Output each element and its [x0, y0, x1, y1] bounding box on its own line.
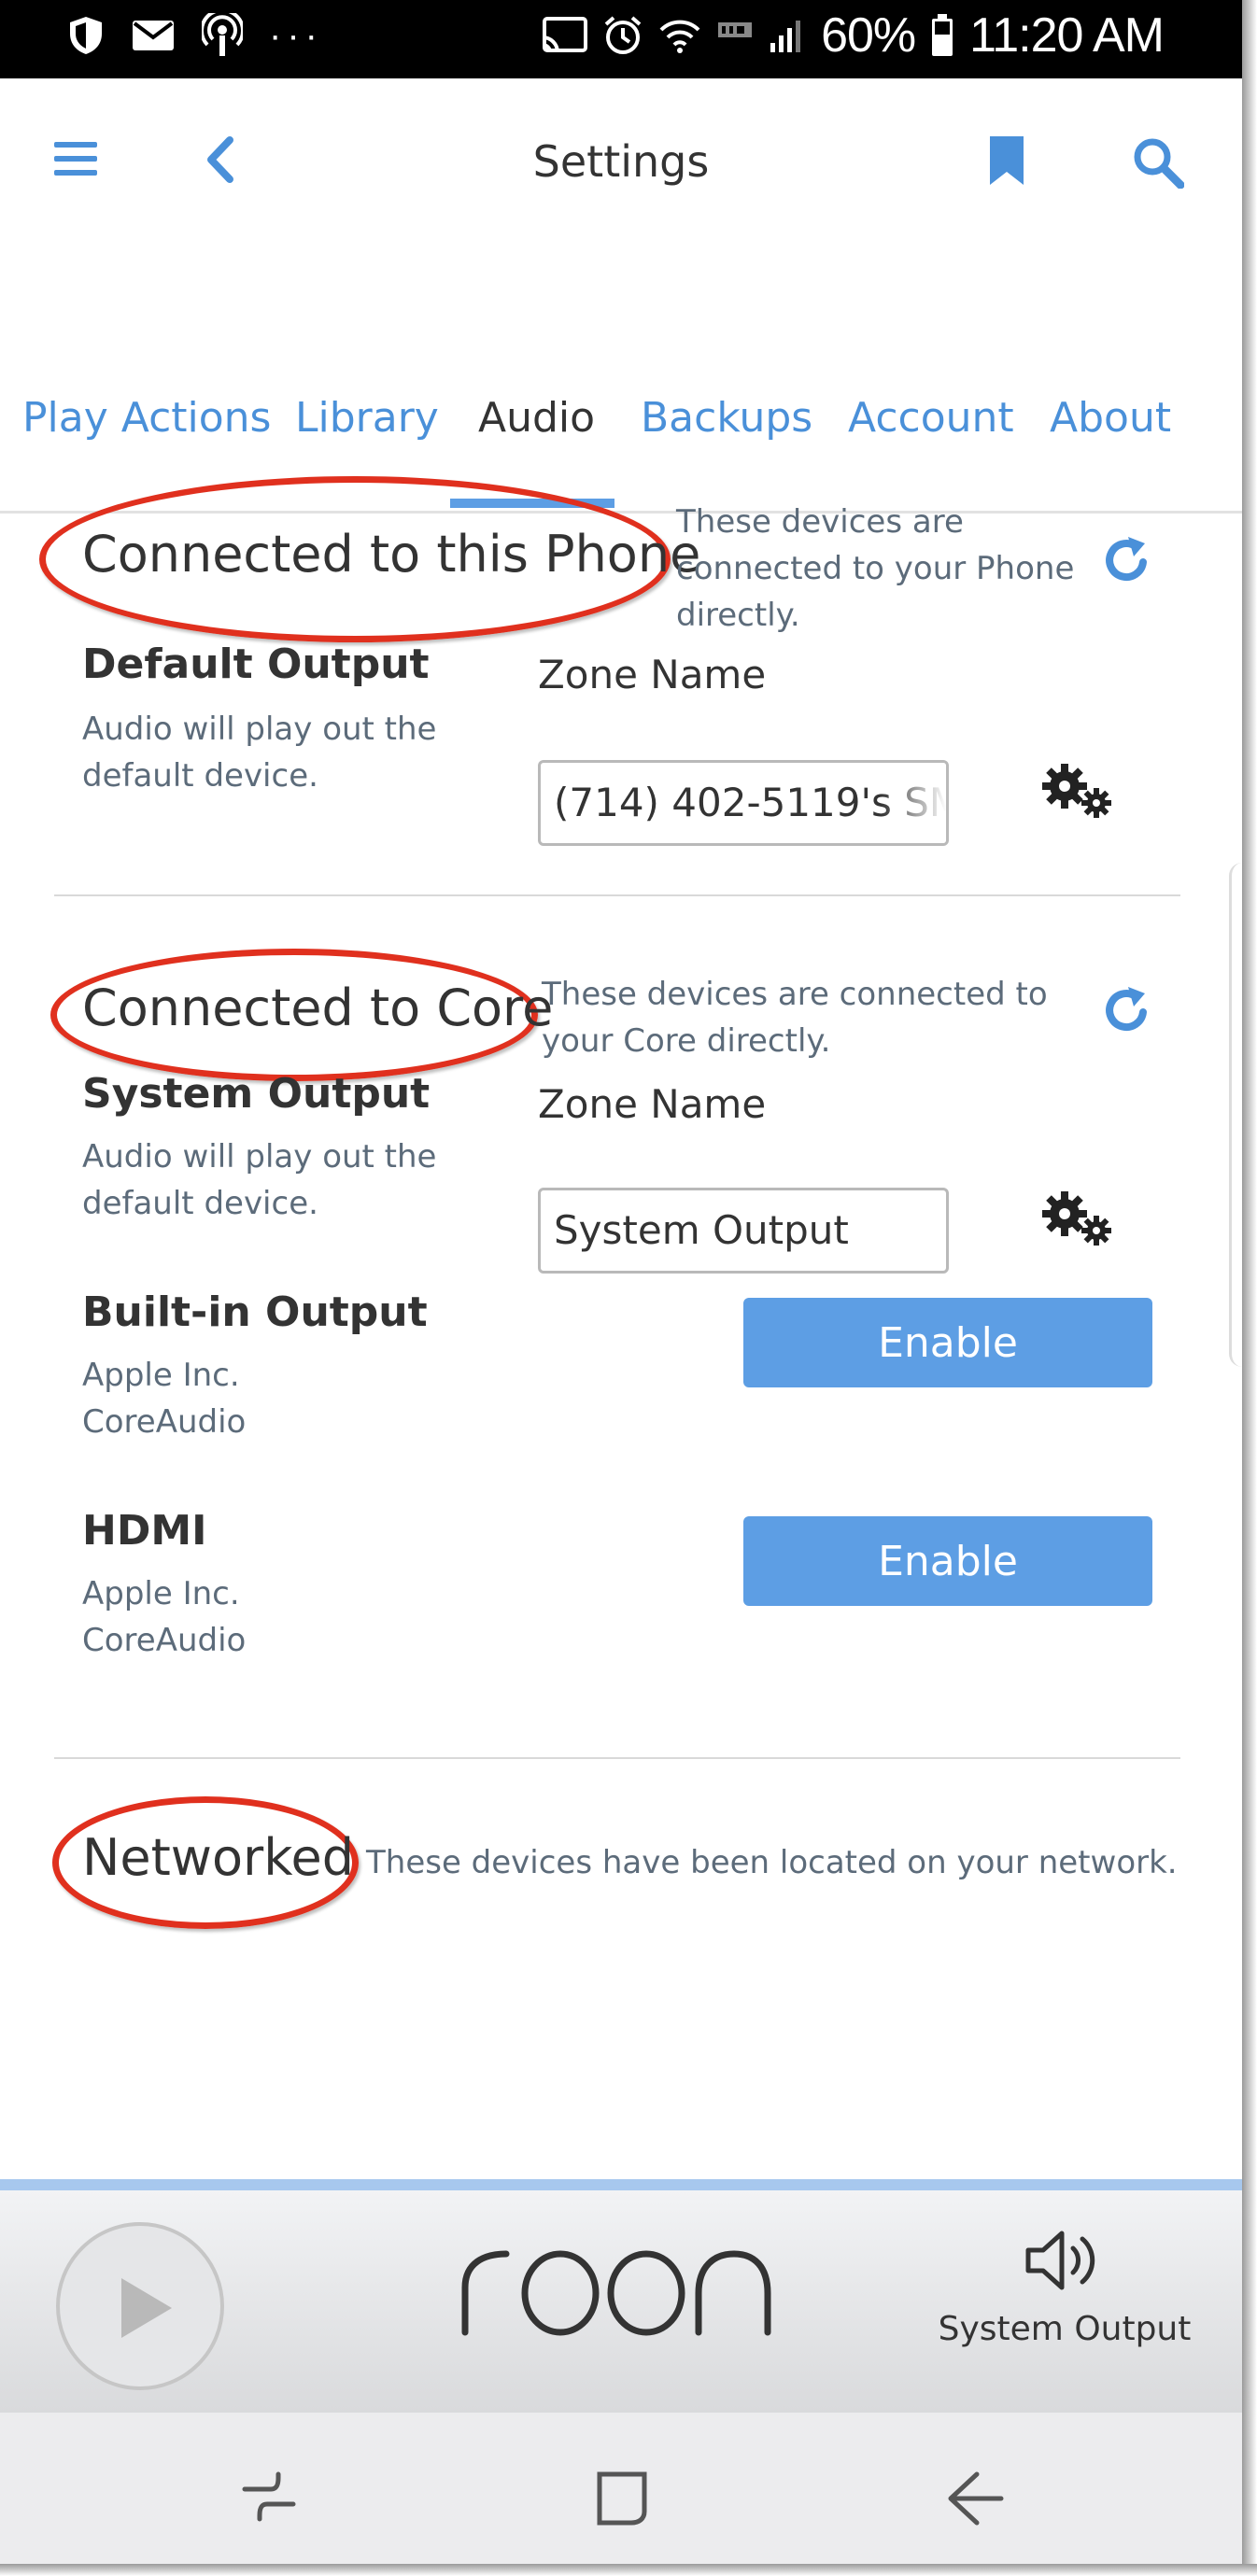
- signal-icon: [769, 11, 806, 60]
- search-icon[interactable]: [1132, 136, 1185, 192]
- zone-selector-button[interactable]: System Output: [934, 2228, 1195, 2348]
- top-bar: Settings: [0, 78, 1242, 246]
- battery-percent: 60%: [821, 8, 916, 63]
- scrollbar[interactable]: [1229, 863, 1242, 1367]
- device-desc: Audio will play out the default device.: [82, 706, 436, 799]
- enable-button[interactable]: Enable: [743, 1516, 1152, 1606]
- podcast-icon: [202, 11, 243, 60]
- desc-line: Audio will play out the: [82, 1138, 437, 1175]
- back-icon[interactable]: [945, 2469, 1005, 2532]
- section-title-networked: Networked: [82, 1828, 355, 1887]
- device-name: System Output: [82, 1070, 431, 1118]
- desc-line: default device.: [82, 1185, 318, 1222]
- desc-line: directly.: [676, 597, 800, 634]
- frame-shadow: [1242, 0, 1257, 2576]
- cast-icon: [541, 11, 588, 60]
- tab-account[interactable]: Account: [848, 394, 1014, 442]
- desc-line: CoreAudio: [82, 1403, 247, 1441]
- mail-icon: [131, 11, 176, 60]
- settings-tabs: Play Actions Library Audio Backups Accou…: [0, 303, 1242, 514]
- player-bar: roon System Output: [0, 2179, 1242, 2413]
- play-icon: [121, 2278, 172, 2338]
- zone-name-label: Zone Name: [538, 652, 767, 697]
- device-desc: Audio will play out the default device.: [82, 1133, 436, 1227]
- lte-icon: [716, 11, 754, 60]
- clock: 11:20 AM: [969, 8, 1165, 63]
- section-title-phone: Connected to this Phone: [82, 525, 701, 584]
- desc-line: These devices are connected to: [542, 976, 1048, 1013]
- home-icon[interactable]: [594, 2469, 650, 2532]
- active-tab-indicator: [450, 499, 614, 508]
- wifi-icon: [658, 11, 701, 60]
- section-divider: [54, 894, 1180, 896]
- zone-name-value: System Output: [554, 1207, 849, 1253]
- play-button[interactable]: [56, 2222, 224, 2390]
- alarm-icon: [602, 11, 643, 60]
- device-name: Built-in Output: [82, 1288, 428, 1336]
- tab-about[interactable]: About: [1050, 394, 1171, 442]
- section-title-core: Connected to Core: [82, 978, 554, 1037]
- more-notifications-indicator: ···: [269, 14, 323, 56]
- zone-selector-label: System Output: [938, 2310, 1192, 2348]
- zone-name-label: Zone Name: [538, 1081, 767, 1127]
- bookmark-icon[interactable]: [988, 134, 1025, 190]
- device-name: HDMI: [82, 1507, 207, 1555]
- enable-button[interactable]: Enable: [743, 1298, 1152, 1387]
- zone-name-input[interactable]: (714) 402-5119's SM: [538, 760, 949, 846]
- device-name: Default Output: [82, 640, 430, 688]
- speaker-volume-icon: [1025, 2231, 1095, 2290]
- frame-shadow: [0, 2564, 1257, 2576]
- desc-line: your Core directly.: [542, 1022, 831, 1060]
- desc-line: default device.: [82, 757, 318, 795]
- status-bar: ··· 60% 11:20 AM: [0, 0, 1242, 78]
- tab-backups[interactable]: Backups: [641, 394, 812, 442]
- shield-icon: [67, 11, 105, 60]
- text-fade: [881, 763, 946, 843]
- tab-library[interactable]: Library: [295, 394, 439, 442]
- zone-name-input[interactable]: System Output: [538, 1188, 949, 1274]
- section-desc-phone: These devices are connected to your Phon…: [676, 499, 1074, 639]
- desc-line: CoreAudio: [82, 1622, 247, 1659]
- desc-line: connected to your Phone: [676, 550, 1075, 587]
- page-title: Settings: [532, 136, 710, 187]
- recent-apps-icon[interactable]: [239, 2469, 299, 2528]
- tab-play-actions[interactable]: Play Actions: [22, 394, 271, 442]
- settings-gears-icon[interactable]: [1040, 762, 1115, 822]
- device-desc: Apple Inc. CoreAudio: [82, 1570, 246, 1664]
- desc-line: Apple Inc.: [82, 1575, 240, 1612]
- desc-line: Apple Inc.: [82, 1357, 240, 1394]
- roon-logo: roon: [458, 2246, 775, 2340]
- section-desc-core: These devices are connected to your Core…: [542, 971, 1048, 1064]
- refresh-icon[interactable]: [1100, 984, 1152, 1036]
- app-screen: Settings Play Actions Library Audio Back…: [0, 78, 1242, 2413]
- settings-gears-icon[interactable]: [1040, 1189, 1115, 1249]
- tab-audio[interactable]: Audio: [478, 394, 595, 442]
- section-divider: [54, 1757, 1180, 1759]
- battery-icon: [930, 11, 954, 60]
- desc-line: These devices are: [676, 503, 964, 541]
- android-nav-bar: [0, 2413, 1242, 2576]
- section-desc-networked: These devices have been located on your …: [366, 1844, 1178, 1881]
- desc-line: Audio will play out the: [82, 711, 437, 748]
- device-desc: Apple Inc. CoreAudio: [82, 1352, 246, 1445]
- refresh-icon[interactable]: [1100, 534, 1152, 586]
